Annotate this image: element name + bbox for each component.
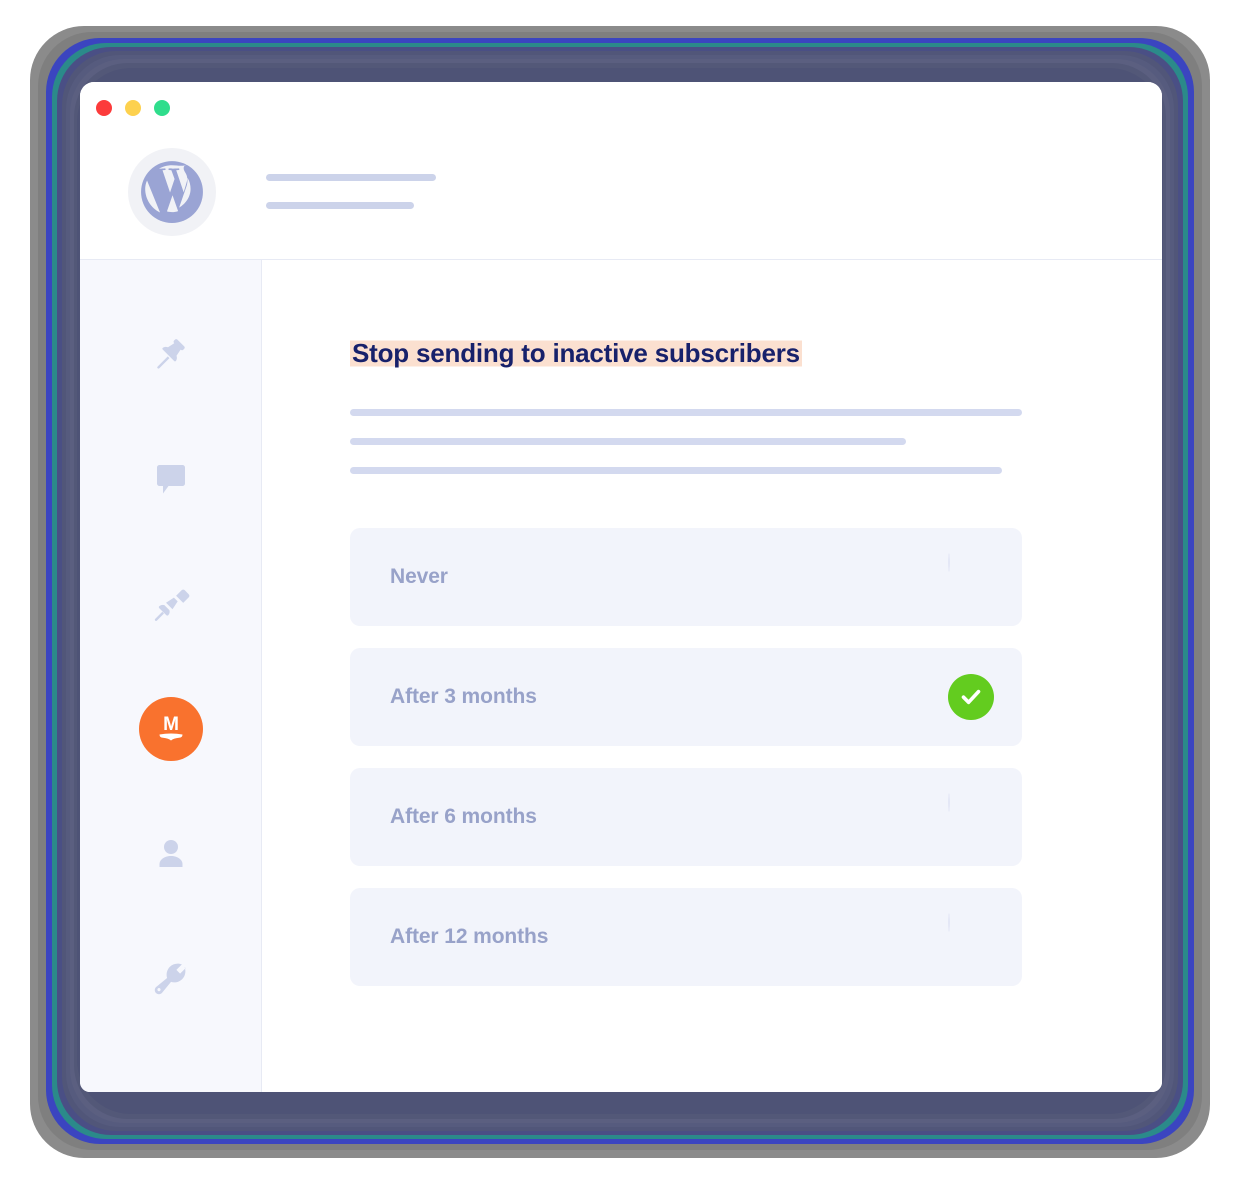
radio-after-6-months[interactable] [948, 793, 994, 840]
sidebar-item-tools[interactable] [139, 947, 203, 1011]
sidebar-item-users[interactable] [139, 822, 203, 886]
option-label: After 6 months [390, 805, 537, 828]
traffic-lights [96, 100, 170, 116]
option-row[interactable]: After 6 months [350, 768, 1022, 866]
stage: M Stop sending to inactive subscribers N… [0, 0, 1240, 1180]
user-icon [153, 836, 189, 872]
radio-never[interactable] [948, 553, 994, 600]
sidebar-item-appearance[interactable] [139, 572, 203, 636]
app-header [80, 124, 1162, 260]
option-label: After 12 months [390, 925, 549, 948]
header-placeholder-lines [266, 174, 436, 209]
page-title: Stop sending to inactive subscribers [350, 338, 802, 369]
radio-unselected-icon [948, 553, 950, 572]
option-label: Never [390, 565, 448, 588]
option-row[interactable]: Never [350, 528, 1022, 626]
svg-text:M: M [163, 714, 179, 735]
mailpoet-icon: M [138, 697, 203, 761]
header-line-2 [266, 202, 414, 209]
description-line-2 [350, 438, 906, 445]
option-label: After 3 months [390, 685, 537, 708]
header-line-1 [266, 174, 436, 181]
description-line-3 [350, 467, 1002, 474]
body: M Stop sending to inactive subscribers N… [80, 260, 1162, 1092]
main-content: Stop sending to inactive subscribers Nev… [262, 260, 1162, 1092]
wrench-icon [151, 959, 191, 999]
description-placeholder [350, 409, 1162, 474]
close-button[interactable] [96, 100, 112, 116]
window-titlebar [80, 82, 1162, 124]
browser-window: M Stop sending to inactive subscribers N… [80, 82, 1162, 1092]
sidebar-item-mailpoet[interactable]: M [138, 697, 203, 761]
maximize-button[interactable] [154, 100, 170, 116]
inactive-subscribers-options: Never After 3 months After 6 months Afte… [350, 528, 1162, 986]
checkmark-icon [948, 674, 994, 720]
radio-unselected-icon [948, 913, 950, 932]
sidebar-item-posts[interactable] [139, 322, 203, 386]
paintbrush-icon [151, 584, 191, 624]
option-row[interactable]: After 12 months [350, 888, 1022, 986]
radio-after-3-months[interactable] [948, 674, 994, 720]
option-row[interactable]: After 3 months [350, 648, 1022, 746]
pushpin-icon [151, 334, 191, 374]
description-line-1 [350, 409, 1022, 416]
sidebar: M [80, 260, 262, 1092]
sidebar-item-comments[interactable] [139, 447, 203, 511]
wordpress-icon [128, 147, 216, 236]
radio-after-12-months[interactable] [948, 913, 994, 960]
comment-icon [152, 460, 190, 498]
radio-unselected-icon [948, 793, 950, 812]
minimize-button[interactable] [125, 100, 141, 116]
